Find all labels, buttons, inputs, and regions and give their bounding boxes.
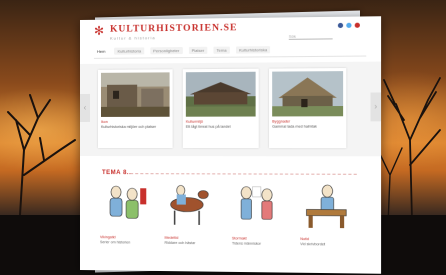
rss-icon[interactable]	[354, 22, 360, 28]
cartoon-figures-3[interactable]	[232, 183, 284, 230]
card-caption: Byggnader Gammal lada med halmtak	[272, 119, 343, 129]
twitter-icon[interactable]	[346, 22, 352, 28]
section-divider	[130, 173, 357, 175]
cartoon-title[interactable]: Medeltid	[165, 236, 179, 240]
card-caption: Ikon Kulturhistoriska miljöer och platse…	[101, 120, 170, 130]
main-nav: Hem Kulturhistoria Personligheter Platse…	[94, 46, 271, 55]
cartoon-text: Tidens människor	[231, 241, 262, 246]
card-image	[100, 72, 170, 117]
card-text: Kulturhistoriska miljöer och platser	[100, 124, 157, 129]
cartoon-text: Vid skrivbordet	[300, 242, 325, 247]
cartoon-caption: Stormakt Tidens människor	[232, 236, 289, 247]
card-image	[272, 71, 344, 117]
cartoon-text: Serier om historien	[99, 240, 131, 245]
cartoon-caption: Medeltid Riddare och hästar	[165, 236, 221, 247]
search-input[interactable]: Sök	[288, 33, 333, 40]
facebook-icon[interactable]	[337, 22, 344, 29]
cartoon-caption: Nutid Vid skrivbordet	[300, 237, 358, 248]
divider	[93, 55, 367, 59]
featured-card[interactable]: Kulturmiljö Ett lågt timrat hus på lande…	[182, 68, 259, 149]
site-header: ✻ KULTURHISTORIEN.SE Kultur & historia S…	[80, 16, 381, 56]
cartoon-figures-1[interactable]	[100, 182, 150, 229]
card-title: Byggnader	[272, 119, 291, 124]
nav-item[interactable]: Personligheter	[150, 47, 183, 55]
nav-item[interactable]: Tema	[213, 46, 230, 54]
social-links	[337, 22, 360, 29]
cartoon-figures-2[interactable]	[162, 182, 213, 229]
cartoon-text: Riddare och hästar	[164, 240, 196, 246]
nav-item[interactable]: Platser	[188, 46, 208, 55]
site-brand[interactable]: KULTURHISTORIEN.SE	[110, 23, 237, 35]
site-tagline: Kultur & historia	[110, 35, 156, 41]
nav-item[interactable]: Kulturhistoria	[114, 47, 145, 55]
slider-next-button[interactable]: ›	[370, 92, 382, 122]
cartoon-title[interactable]: Vikingatid	[100, 235, 116, 239]
section-heading: TEMA 8...	[101, 170, 134, 177]
featured-card[interactable]: Ikon Kulturhistoriska miljöer och platse…	[97, 69, 173, 149]
featured-slider: ‹ Ikon Kulturhistoriska miljöer och plat…	[80, 61, 382, 157]
card-caption: Kulturmiljö Ett lågt timrat hus på lande…	[186, 120, 256, 130]
cartoon-caption: Vikingatid Serier om historien	[100, 235, 155, 246]
logo-icon[interactable]: ✻	[94, 24, 106, 38]
cartoon-title[interactable]: Stormakt	[232, 236, 247, 240]
cartoon-title[interactable]: Nutid	[300, 237, 309, 241]
cartoon-figures-4[interactable]	[300, 183, 352, 230]
card-text: Ett lågt timrat hus på landet	[185, 124, 231, 129]
website-page: ✻ KULTURHISTORIEN.SE Kultur & historia S…	[80, 16, 382, 274]
card-title: Ikon	[100, 119, 108, 124]
nav-item[interactable]: Kulturhistoriska	[235, 46, 271, 54]
card-title: Kulturmiljö	[185, 119, 203, 124]
card-text: Gammal lada med halmtak	[272, 124, 317, 129]
card-image	[185, 71, 256, 117]
featured-card[interactable]: Byggnader Gammal lada med halmtak	[269, 68, 347, 149]
nav-item[interactable]: Hem	[94, 48, 108, 55]
slider-prev-button[interactable]: ‹	[80, 93, 90, 122]
